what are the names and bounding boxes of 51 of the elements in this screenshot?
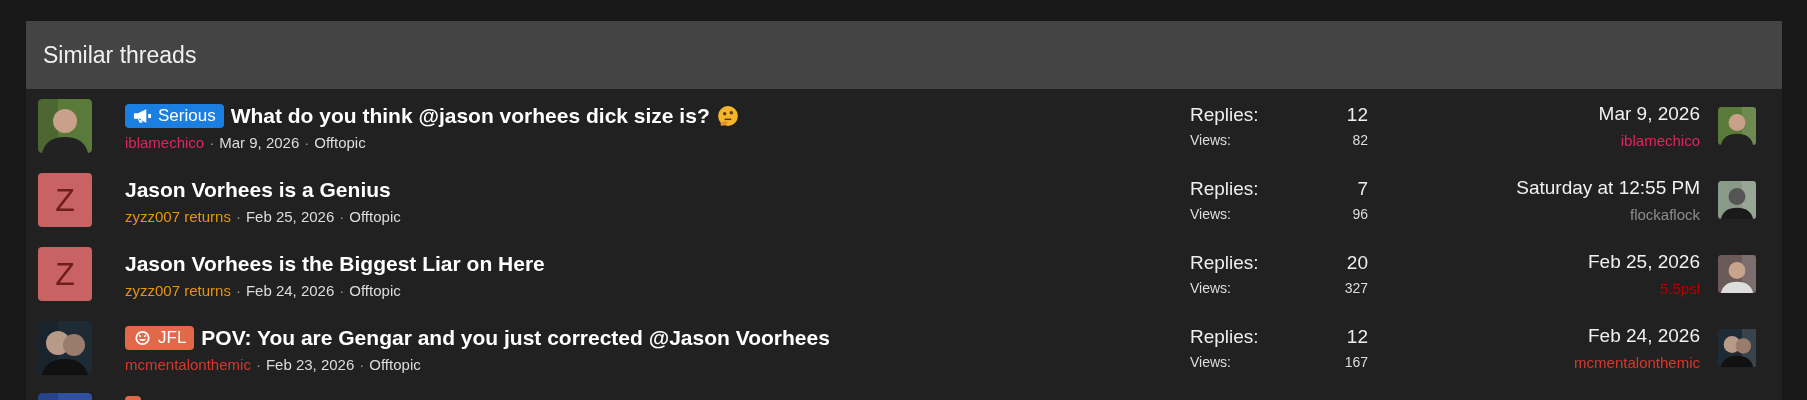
forum-link[interactable]: Offtopic <box>314 134 366 151</box>
views-count: 167 <box>1344 354 1368 370</box>
forum-link[interactable]: Offtopic <box>349 282 401 299</box>
separator: · <box>235 208 241 225</box>
replies-count: 12 <box>1346 326 1368 348</box>
separator: · <box>255 356 261 373</box>
views-label: Views: <box>1190 354 1231 370</box>
thread-title-link[interactable]: POV: You are Gengar and you just corrected @Jason Voorhees <box>201 326 830 350</box>
author-link[interactable]: zyzz007 returns <box>125 282 231 299</box>
thread-title-link[interactable]: Jason Vorhees is a Genius <box>125 178 391 202</box>
separator: · <box>339 282 345 299</box>
prefix-label[interactable]: Serious <box>125 104 224 128</box>
separator: · <box>304 134 310 151</box>
forum-link[interactable]: Offtopic <box>349 208 401 225</box>
replies-count: 7 <box>1357 178 1368 200</box>
laughing-face-icon <box>133 330 152 346</box>
last-post-date[interactable]: Mar 9, 2026 <box>1598 103 1700 125</box>
thread-date[interactable]: Mar 9, 2026 <box>219 134 300 151</box>
views-count: 82 <box>1352 132 1368 148</box>
views-label: Views: <box>1190 206 1231 222</box>
replies-count: 12 <box>1346 104 1368 126</box>
views-label: Views: <box>1190 132 1231 148</box>
replies-label: Replies: <box>1190 252 1259 274</box>
author-link[interactable]: mcmentalonthemic <box>125 356 251 373</box>
last-poster-link[interactable]: iblamechico <box>1620 132 1700 149</box>
last-poster-link[interactable]: flockaflock <box>1629 206 1700 223</box>
thread-date[interactable]: Feb 23, 2026 <box>265 356 355 373</box>
section-title: Similar threads <box>43 41 197 69</box>
replies-label: Replies: <box>1190 178 1259 200</box>
views-count: 327 <box>1344 280 1368 296</box>
separator: · <box>359 356 365 373</box>
last-post-date[interactable]: Feb 24, 2026 <box>1588 325 1700 347</box>
thread-date[interactable]: Feb 24, 2026 <box>245 282 335 299</box>
separator: · <box>235 282 241 299</box>
last-post-date[interactable]: Feb 25, 2026 <box>1588 251 1700 273</box>
megaphone-icon <box>133 108 152 124</box>
views-count: 96 <box>1352 206 1368 222</box>
replies-label: Replies: <box>1190 326 1259 348</box>
thread-title-link[interactable]: What do you think @jason vorhees dick size is? <box>230 104 710 128</box>
separator: · <box>209 134 215 151</box>
forum-link[interactable]: Offtopic <box>369 356 421 373</box>
thread-date[interactable]: Feb 25, 2026 <box>245 208 335 225</box>
separator: · <box>339 208 345 225</box>
replies-label: Replies: <box>1190 104 1259 126</box>
author-link[interactable]: zyzz007 returns <box>125 208 231 225</box>
thread-title-link[interactable]: Jason Vorhees is the Biggest Liar on Here <box>125 252 545 276</box>
last-post-date[interactable]: Saturday at 12:55 PM <box>1516 177 1700 199</box>
replies-count: 20 <box>1346 252 1368 274</box>
views-label: Views: <box>1190 280 1231 296</box>
last-poster-link[interactable]: mcmentalonthemic <box>1574 354 1700 371</box>
author-link[interactable]: iblamechico <box>125 134 205 151</box>
